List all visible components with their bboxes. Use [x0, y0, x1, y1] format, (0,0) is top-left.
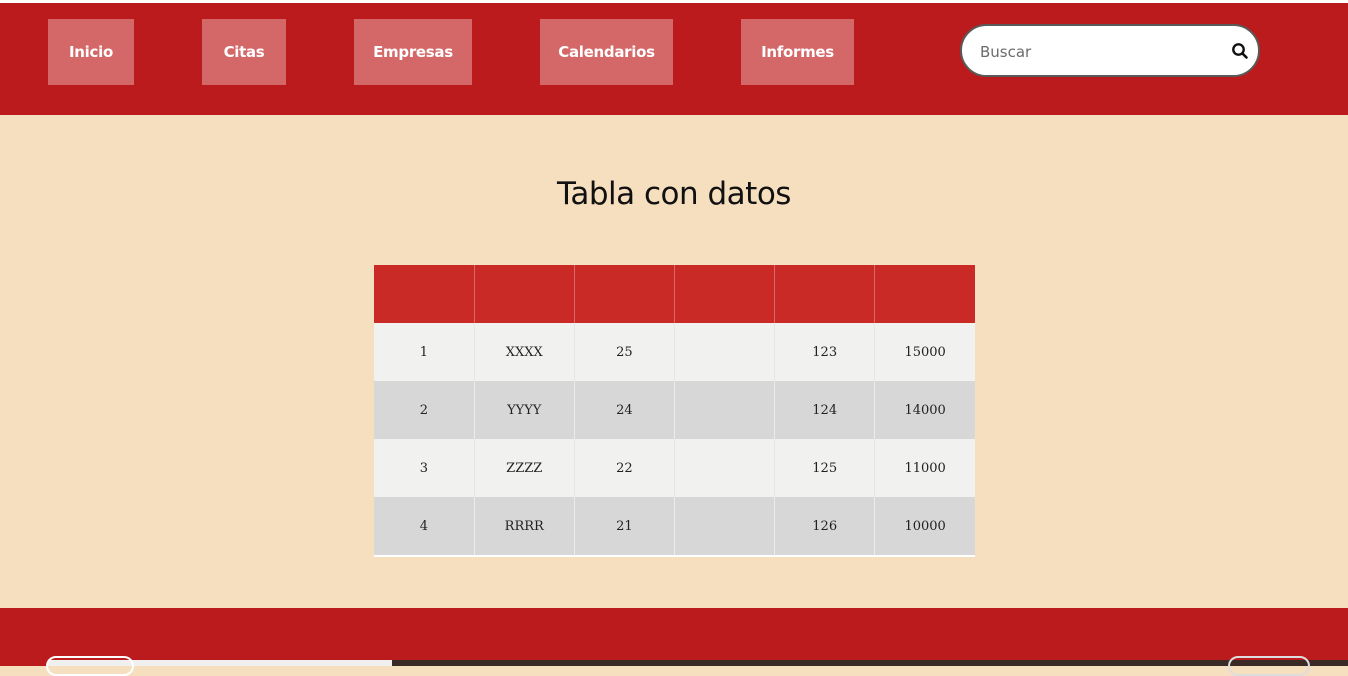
page-title: Tabla con datos — [557, 176, 791, 212]
table-row: 4 RRRR 21 126 10000 — [374, 497, 975, 557]
table-header-cell — [574, 265, 675, 323]
table-cell: 2 — [374, 381, 475, 439]
table-cell: 3 — [374, 439, 475, 497]
search-icon[interactable] — [1231, 42, 1249, 60]
table-cell: 4 — [374, 497, 475, 557]
table-row: 1 XXXX 25 123 15000 — [374, 323, 975, 381]
table-cell: 22 — [574, 439, 675, 497]
search-box — [960, 24, 1260, 77]
table-header-row — [374, 265, 975, 323]
data-table: 1 XXXX 25 123 15000 2 YYYY 24 124 14000 … — [374, 265, 975, 557]
table-row: 3 ZZZZ 22 125 11000 — [374, 439, 975, 497]
table-cell: 24 — [574, 381, 675, 439]
footer-pill-button[interactable] — [46, 656, 134, 676]
table-cell: 15000 — [874, 323, 975, 381]
table-row: 2 YYYY 24 124 14000 — [374, 381, 975, 439]
table-cell: XXXX — [474, 323, 575, 381]
footer-pill-button[interactable] — [1228, 656, 1310, 676]
top-navbar: Inicio Citas Empresas Calendarios Inform… — [0, 3, 1348, 115]
table-cell — [674, 381, 776, 439]
table-cell — [674, 323, 776, 381]
nav-citas-button[interactable]: Citas — [202, 19, 286, 85]
table-cell: 125 — [774, 439, 876, 497]
table-cell — [674, 439, 776, 497]
footer-panel-dark — [392, 660, 1348, 666]
table-header-cell — [774, 265, 876, 323]
search-input[interactable] — [978, 38, 1212, 66]
table-cell: RRRR — [474, 497, 575, 557]
table-cell: 25 — [574, 323, 675, 381]
table-cell — [674, 497, 776, 557]
table-header-cell — [374, 265, 475, 323]
table-cell: 124 — [774, 381, 876, 439]
nav-empresas-button[interactable]: Empresas — [354, 19, 472, 85]
table-cell: 1 — [374, 323, 475, 381]
nav-calendarios-button[interactable]: Calendarios — [540, 19, 673, 85]
table-cell: ZZZZ — [474, 439, 575, 497]
table-cell: 21 — [574, 497, 675, 557]
table-cell: 123 — [774, 323, 876, 381]
table-cell: 126 — [774, 497, 876, 557]
table-cell: 11000 — [874, 439, 975, 497]
footer — [0, 608, 1348, 666]
nav-inicio-button[interactable]: Inicio — [48, 19, 134, 85]
nav-informes-button[interactable]: Informes — [741, 19, 854, 85]
table-header-cell — [474, 265, 575, 323]
table-header-cell — [874, 265, 975, 323]
table-cell: YYYY — [474, 381, 575, 439]
table-header-cell — [674, 265, 776, 323]
table-cell: 10000 — [874, 497, 975, 557]
table-cell: 14000 — [874, 381, 975, 439]
